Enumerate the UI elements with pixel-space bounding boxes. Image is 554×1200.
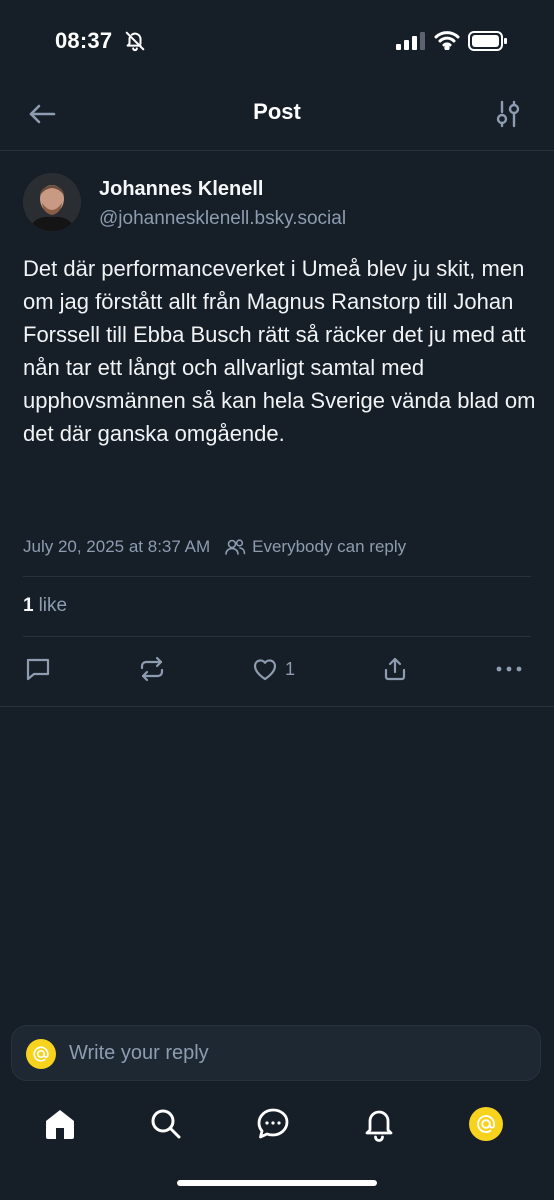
author-name[interactable]: Johannes Klenell xyxy=(99,178,264,201)
reply-setting[interactable]: Everybody can reply xyxy=(224,537,406,557)
heart-icon xyxy=(253,659,277,681)
more-options-button[interactable] xyxy=(494,651,524,687)
tab-home[interactable] xyxy=(38,1102,82,1146)
divider xyxy=(23,576,531,577)
home-icon xyxy=(46,1110,74,1139)
like-button[interactable]: 1 xyxy=(251,651,295,687)
post-meta: July 20, 2025 at 8:37 AM Everybody can r… xyxy=(23,537,406,557)
people-icon xyxy=(225,539,246,555)
search-icon xyxy=(151,1109,181,1139)
wifi-icon xyxy=(434,31,460,50)
repost-icon xyxy=(140,656,164,682)
likes-summary[interactable]: 1 like xyxy=(23,595,67,617)
share-button[interactable] xyxy=(381,651,409,687)
like-count: 1 xyxy=(285,658,296,679)
status-bar: 08:37 xyxy=(0,0,554,84)
reply-setting-label: Everybody can reply xyxy=(252,537,407,556)
divider xyxy=(0,706,554,707)
author-handle[interactable]: @johannesklenell.bsky.social xyxy=(99,208,346,230)
user-avatar xyxy=(26,1039,56,1069)
share-icon xyxy=(384,657,406,681)
bell-icon xyxy=(365,1110,393,1142)
post-text: Det där performanceverket i Umeå blev ju… xyxy=(23,256,536,446)
more-icon xyxy=(496,666,522,672)
chat-icon xyxy=(257,1108,289,1139)
reply-composer[interactable]: Write your reply xyxy=(11,1025,541,1081)
bell-off-icon xyxy=(125,31,145,52)
page-title: Post xyxy=(253,99,301,124)
likes-count: 1 xyxy=(23,595,34,616)
tab-search[interactable] xyxy=(144,1102,188,1146)
author-avatar[interactable] xyxy=(23,173,81,231)
divider xyxy=(23,636,531,637)
profile-avatar xyxy=(469,1107,503,1141)
tab-chat[interactable] xyxy=(251,1102,295,1146)
post-timestamp: July 20, 2025 at 8:37 AM xyxy=(23,537,211,556)
likes-label: like xyxy=(38,595,68,616)
status-time: 08:37 xyxy=(55,28,113,53)
home-indicator xyxy=(177,1180,377,1186)
tab-profile[interactable] xyxy=(464,1102,508,1146)
reply-input-placeholder: Write your reply xyxy=(69,1042,209,1064)
tab-notifications[interactable] xyxy=(357,1102,401,1146)
reply-button[interactable] xyxy=(24,651,52,687)
cellular-signal-icon xyxy=(396,32,425,50)
sliders-icon[interactable] xyxy=(494,98,522,130)
header: Post xyxy=(0,84,554,151)
post-actions: 1 xyxy=(0,651,554,691)
battery-icon xyxy=(468,31,507,51)
repost-button[interactable] xyxy=(138,651,166,687)
comment-icon xyxy=(26,658,50,681)
